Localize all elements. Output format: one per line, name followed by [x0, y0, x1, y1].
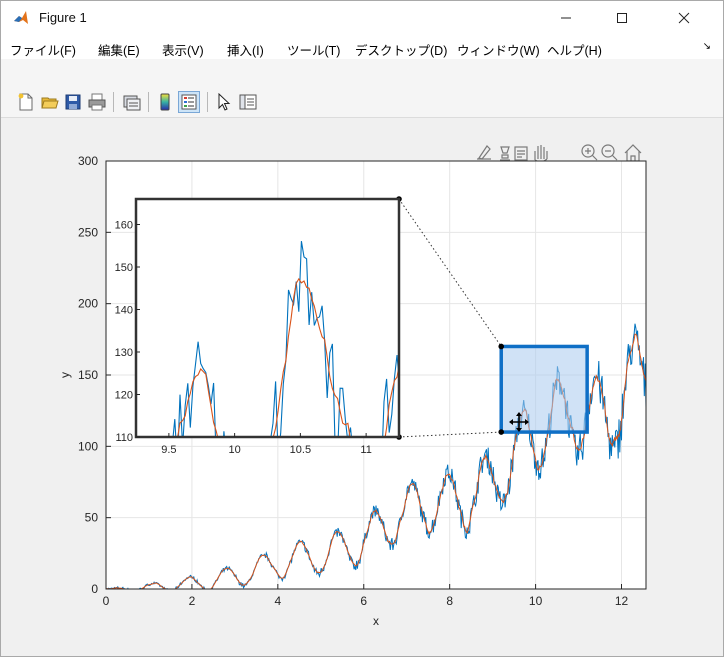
y-axis-label: y	[58, 372, 72, 378]
menu-tools[interactable]: ツール(T)	[287, 40, 340, 59]
inset-x-tick-label: 10	[229, 444, 241, 456]
x-tick-label: 0	[103, 594, 110, 608]
figure-window: Figure 1 ファイル(F) 編集(E) 表示(V) 挿入(I) ツール(T…	[0, 0, 724, 657]
menu-insert[interactable]: 挿入(I)	[227, 40, 264, 59]
close-icon	[678, 12, 690, 24]
figure-canvas-area: 0 2 4 6 8 10 12 0 50 100 150 200 250 300 x y 9.5 10 10.…	[1, 119, 723, 656]
brush-icon[interactable]	[477, 145, 491, 160]
close-button[interactable]	[661, 1, 707, 35]
inset-y-tick-label: 110	[115, 432, 133, 444]
pointer-icon[interactable]	[215, 93, 233, 111]
toolbar-dock-arrow-icon[interactable]: ↘	[703, 41, 711, 52]
y-tick-label: 0	[91, 582, 98, 596]
axes-toolbar	[477, 144, 642, 163]
window-title: Figure 1	[39, 10, 87, 25]
y-tick-label: 50	[85, 511, 99, 525]
maximize-button[interactable]	[599, 1, 645, 35]
x-tick-label: 2	[189, 594, 196, 608]
home-icon[interactable]	[624, 144, 642, 162]
data-tip-icon[interactable]	[500, 146, 510, 161]
x-tick-label: 10	[529, 594, 543, 608]
y-tick-label: 200	[78, 297, 98, 311]
minimize-button[interactable]	[543, 1, 589, 35]
inset-y-tick-label: 120	[115, 390, 133, 402]
toolbar-separator	[148, 92, 149, 112]
print-icon[interactable]	[88, 93, 106, 111]
restore-icon[interactable]	[514, 146, 528, 161]
minimize-icon	[561, 17, 571, 19]
figure-canvas[interactable]: 0 2 4 6 8 10 12050100150200250300 x y 9.5 10 10.…	[1, 119, 723, 656]
toolbar-separator	[207, 92, 208, 112]
y-tick-label: 250	[78, 225, 98, 239]
open-file-icon[interactable]	[41, 93, 59, 111]
title-bar: Figure 1	[1, 1, 723, 35]
x-tick-label: 8	[446, 594, 453, 608]
inset-x-tick-label: 10.5	[290, 444, 311, 456]
menu-window[interactable]: ウィンドウ(W)	[457, 40, 540, 59]
menu-desktop[interactable]: デスクトップ(D)	[355, 40, 447, 59]
connector-dot	[498, 343, 505, 350]
colorbar-icon[interactable]	[156, 93, 174, 111]
matlab-logo-icon	[13, 10, 29, 26]
menu-view[interactable]: 表示(V)	[162, 40, 204, 59]
y-tick-label: 100	[78, 439, 98, 453]
save-icon[interactable]	[64, 93, 82, 111]
x-tick-label: 12	[615, 594, 629, 608]
new-figure-icon[interactable]	[17, 93, 35, 111]
zoom-out-icon[interactable]	[601, 144, 618, 161]
inset-y-tick-label: 140	[115, 305, 133, 317]
pan-icon[interactable]	[534, 145, 548, 163]
inset-y-tick-label: 130	[115, 347, 133, 359]
inset-y-tick-label: 150	[115, 262, 133, 274]
toolbar-separator	[113, 92, 114, 112]
x-tick-label: 4	[274, 594, 281, 608]
maximize-icon	[617, 13, 627, 23]
y-tick-label: 150	[78, 368, 98, 382]
inset-background	[136, 199, 399, 437]
menu-bar: ファイル(F) 編集(E) 表示(V) 挿入(I) ツール(T) デスクトップ(…	[1, 35, 723, 59]
property-inspector-icon[interactable]	[239, 93, 257, 111]
y-tick-label: 300	[78, 154, 98, 168]
menu-file[interactable]: ファイル(F)	[10, 40, 76, 59]
inset-x-tick-label: 9.5	[161, 444, 176, 456]
inset-y-tick-label: 160	[115, 220, 133, 232]
zoom-selection-rect	[499, 344, 589, 434]
connector-dot	[498, 429, 505, 435]
link-plot-icon[interactable]	[123, 93, 141, 111]
inset-x-tick-label: 11	[360, 444, 371, 456]
figure-toolbar	[1, 59, 723, 118]
menu-help[interactable]: ヘルプ(H)	[547, 40, 602, 59]
x-tick-label: 6	[360, 594, 367, 608]
zoom-in-icon[interactable]	[581, 144, 598, 161]
x-axis-label: x	[373, 614, 379, 628]
legend-icon[interactable]	[178, 91, 200, 113]
menu-edit[interactable]: 編集(E)	[98, 40, 140, 59]
